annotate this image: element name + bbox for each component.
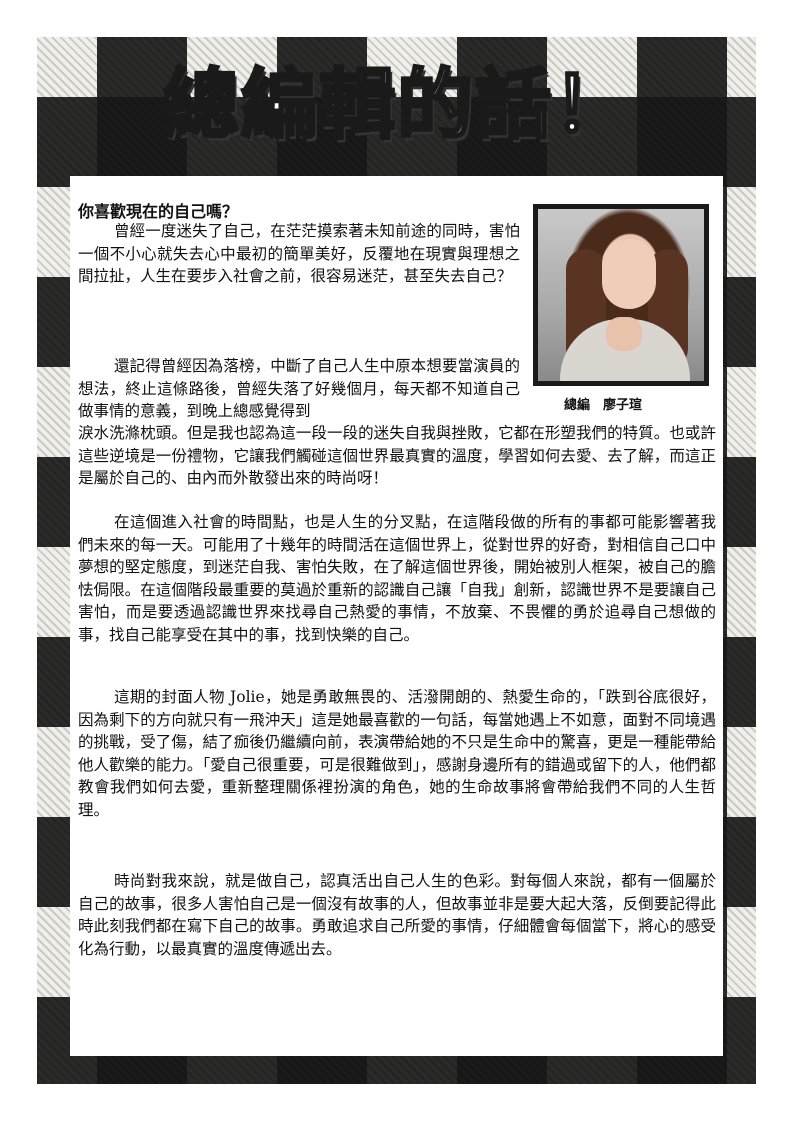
paragraph-2: 還記得曾經因為落榜，中斷了自己人生中原本想要當演員的想法，終止這條路後，曾經失落… [78,357,520,420]
paragraph-3: 在這個進入社會的時間點，也是人生的分叉點，在這階段做的所有的事都可能影響著我們未… [78,513,716,644]
paragraph-2-continued: 淚水洗滌枕頭。但是我也認為這一段一段的迷失自我與挫敗，它都在形塑我們的特質。也或… [78,424,716,487]
page-title: 總編輯的話！ [162,59,631,151]
paragraph-1: 曾經一度迷失了自己，在茫茫摸索著未知前途的同時，害怕一個不小心就失去心中最初的簡… [78,222,520,285]
paragraph-5: 時尚對我來說，就是做自己，認真活出自己人生的色彩。對每個人來說，都有一個屬於自己… [78,872,716,958]
photo-caption: 總編 廖子瑄 [564,398,643,413]
editor-photo [533,204,709,386]
editor-portrait-image [538,209,704,381]
portrait-face [602,239,656,309]
article-heading: 你喜歡現在的自己嗎？ [78,202,239,221]
paragraph-4: 這期的封面人物 Jolie，她是勇敢無畏的、活潑開朗的、熱愛生命的，「跌到谷底很… [78,688,716,819]
portrait-hand [606,317,642,351]
